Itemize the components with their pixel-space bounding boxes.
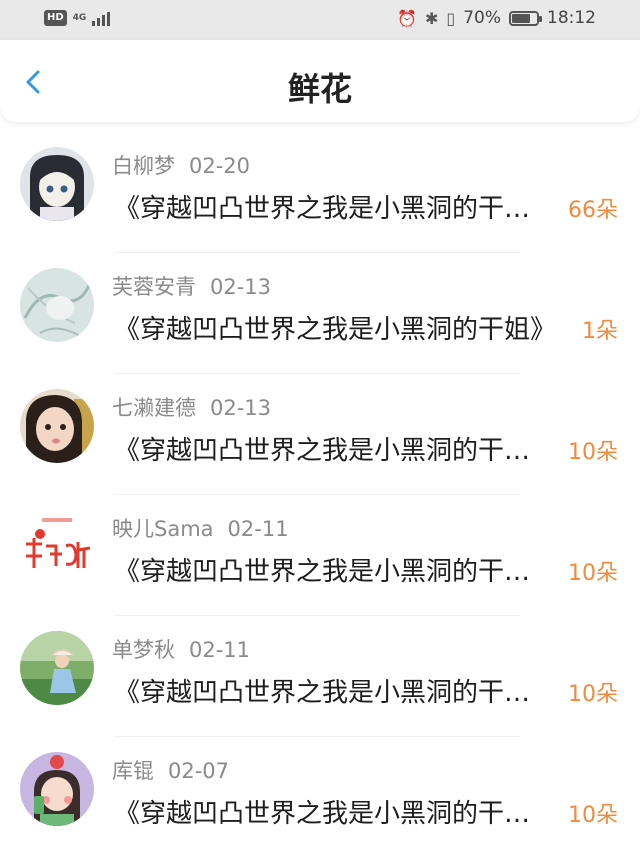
sender-name[interactable]: 白柳梦 xyxy=(112,154,175,178)
battery-percent: 70% xyxy=(463,8,501,28)
list-item[interactable]: 白柳梦 02-20 《穿越凹凸世界之我是小黑洞的干… 66朵 xyxy=(0,132,640,253)
gift-date: 02-13 xyxy=(210,275,272,299)
sender-line: 库锟 02-07 xyxy=(112,755,229,785)
gift-date: 02-20 xyxy=(189,154,251,178)
alarm-icon: ⏰ xyxy=(397,8,417,28)
flower-count: 10朵 xyxy=(568,440,618,465)
book-title[interactable]: 《穿越凹凸世界之我是小黑洞的干… xyxy=(114,551,560,588)
page-title: 鲜花 xyxy=(287,70,352,108)
avatar[interactable] xyxy=(20,510,94,584)
gift-date: 02-13 xyxy=(210,396,272,420)
avatar[interactable] xyxy=(20,631,94,705)
sender-line: 单梦秋 02-11 xyxy=(112,634,250,664)
list-item[interactable]: 库锟 02-07 《穿越凹凸世界之我是小黑洞的干… 10朵 xyxy=(0,737,640,858)
book-title[interactable]: 《穿越凹凸世界之我是小黑洞的干… xyxy=(114,188,560,225)
battery-level xyxy=(512,13,531,23)
status-right: ⏰ ✱ ▯ 70% 18:12 xyxy=(397,8,596,28)
flower-count: 66朵 xyxy=(568,198,618,223)
avatar[interactable] xyxy=(20,268,94,342)
sender-line: 白柳梦 02-20 xyxy=(112,150,250,180)
sender-name[interactable]: 库锟 xyxy=(112,759,154,783)
gift-date: 02-11 xyxy=(227,517,289,541)
list-item[interactable]: 芙蓉安青 02-13 《穿越凹凸世界之我是小黑洞的干姐》 1朵 xyxy=(0,253,640,374)
flower-count: 10朵 xyxy=(568,803,618,828)
book-title[interactable]: 《穿越凹凸世界之我是小黑洞的干… xyxy=(114,430,560,467)
flower-count: 10朵 xyxy=(568,561,618,586)
bluetooth-icon: ✱ xyxy=(424,8,439,28)
flower-list: 白柳梦 02-20 《穿越凹凸世界之我是小黑洞的干… 66朵 芙蓉安青 02-13 … xyxy=(0,132,640,858)
list-item[interactable]: 映儿Sama 02-11 《穿越凹凸世界之我是小黑洞的干… 10朵 xyxy=(0,495,640,616)
gift-date: 02-11 xyxy=(189,638,251,662)
sender-line: 芙蓉安青 02-13 xyxy=(112,271,271,301)
flower-count: 1朵 xyxy=(582,319,618,344)
sender-name[interactable]: 映儿Sama xyxy=(112,517,214,541)
vibrate-icon: ▯ xyxy=(446,8,456,28)
avatar[interactable] xyxy=(20,752,94,826)
sender-line: 七濑建德 02-13 xyxy=(112,392,271,422)
sender-line: 映儿Sama 02-11 xyxy=(112,513,289,543)
sender-name[interactable]: 七濑建德 xyxy=(112,396,196,420)
status-bar: HD 4G ⏰ ✱ ▯ 70% 18:12 xyxy=(0,0,640,40)
list-item[interactable]: 七濑建德 02-13 《穿越凹凸世界之我是小黑洞的干… 10朵 xyxy=(0,374,640,495)
nav-header: 鲜花 xyxy=(0,40,640,122)
avatar[interactable] xyxy=(20,389,94,463)
book-title[interactable]: 《穿越凹凸世界之我是小黑洞的干姐》 xyxy=(114,309,560,346)
network-type: 4G xyxy=(72,12,87,23)
sender-name[interactable]: 芙蓉安青 xyxy=(112,275,196,299)
book-title[interactable]: 《穿越凹凸世界之我是小黑洞的干… xyxy=(114,672,560,709)
list-item[interactable]: 单梦秋 02-11 《穿越凹凸世界之我是小黑洞的干… 10朵 xyxy=(0,616,640,737)
clock: 18:12 xyxy=(547,8,596,28)
avatar[interactable] xyxy=(20,147,94,221)
sender-name[interactable]: 单梦秋 xyxy=(112,638,175,662)
gift-date: 02-07 xyxy=(168,759,230,783)
signal-icon xyxy=(92,10,111,26)
battery-icon xyxy=(509,10,542,26)
status-left: HD 4G xyxy=(44,10,111,26)
hd-badge: HD xyxy=(44,10,67,26)
flower-count: 10朵 xyxy=(568,682,618,707)
book-title[interactable]: 《穿越凹凸世界之我是小黑洞的干… xyxy=(114,793,560,830)
